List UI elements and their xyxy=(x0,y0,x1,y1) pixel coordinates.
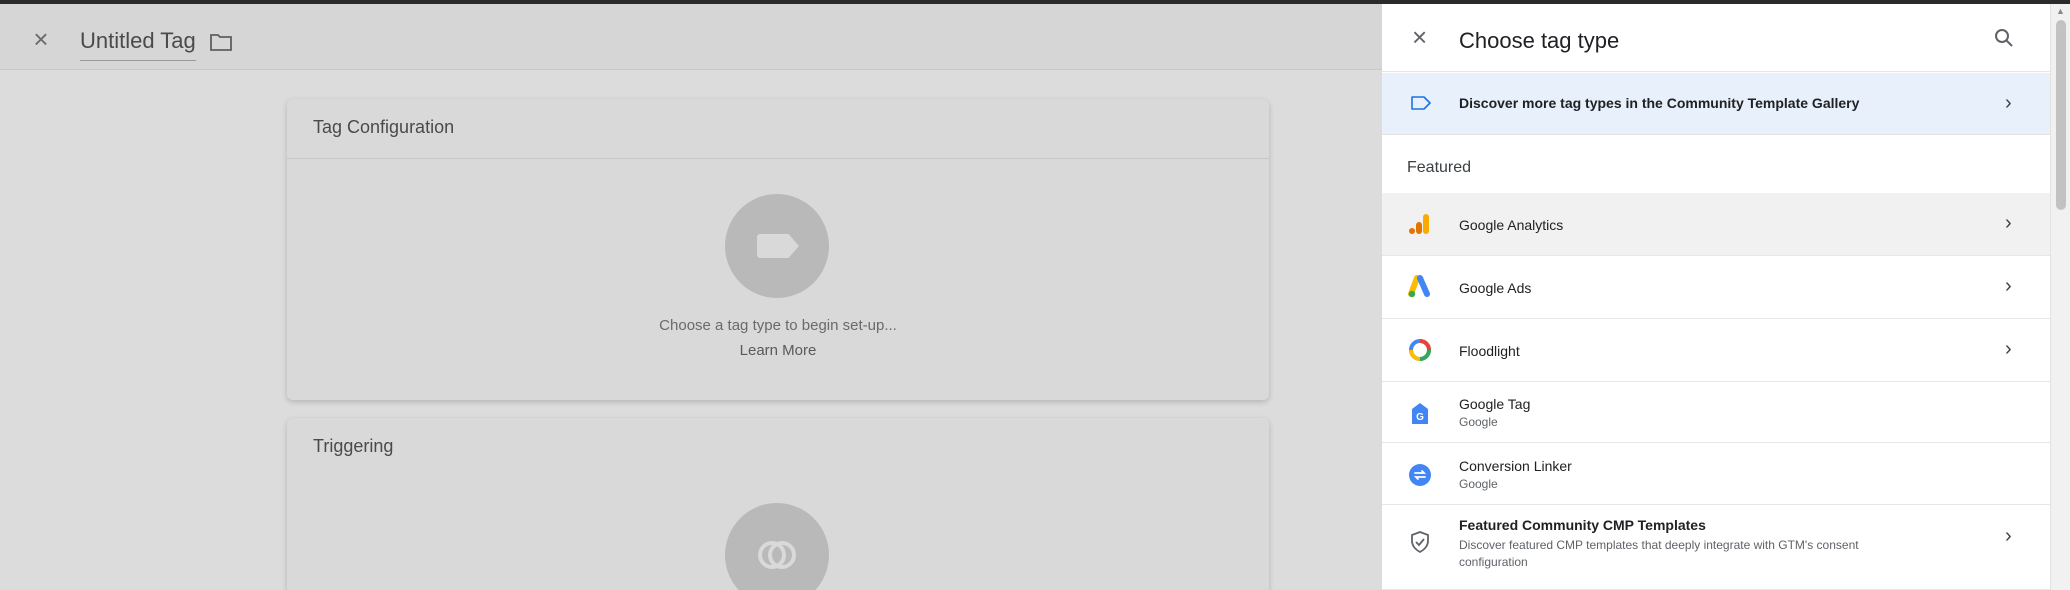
tag-outline-icon xyxy=(1411,96,1431,110)
close-icon[interactable]: × xyxy=(1412,24,1427,50)
panel-title: Choose tag type xyxy=(1459,28,1620,53)
divider xyxy=(287,158,1269,159)
search-icon[interactable] xyxy=(1994,28,2014,48)
tag-configuration-card[interactable]: Tag Configuration Choose a tag type to b… xyxy=(287,99,1269,400)
card-title: Triggering xyxy=(313,436,394,456)
tag-type-conversion-linker[interactable]: Conversion Linker Google xyxy=(1382,443,2050,505)
tag-editor: × Untitled Tag Tag Configuration Choose … xyxy=(0,0,1382,590)
chevron-right-icon: › xyxy=(2005,338,2012,360)
scroll-up-icon[interactable]: ▲ xyxy=(2056,6,2065,16)
tag-type-label: Conversion Linker xyxy=(1459,458,1572,474)
tag-type-vendor: Google xyxy=(1459,415,1498,429)
conversion-linker-icon xyxy=(1409,464,1431,486)
chevron-right-icon: › xyxy=(2005,525,2012,547)
panel-scrollbar[interactable]: ▲ xyxy=(2050,4,2070,590)
panel-header: × Choose tag type xyxy=(1382,4,2050,72)
tag-type-floodlight[interactable]: Floodlight › xyxy=(1382,319,2050,382)
tag-type-google-ads[interactable]: Google Ads › xyxy=(1382,256,2050,319)
triggering-card[interactable]: Triggering xyxy=(287,418,1269,590)
tag-config-hint: Choose a tag type to begin set-up... xyxy=(659,317,897,334)
discover-label: Discover more tag types in the Community… xyxy=(1459,95,1860,111)
tag-type-description: Discover featured CMP templates that dee… xyxy=(1459,538,1859,569)
trigger-icon xyxy=(758,541,796,569)
tag-type-placeholder[interactable] xyxy=(725,194,829,298)
tag-type-vendor: Google xyxy=(1459,477,1498,491)
svg-text:G: G xyxy=(1416,412,1424,423)
tag-type-label: Featured Community CMP Templates xyxy=(1459,517,1706,533)
google-ads-icon xyxy=(1408,275,1430,298)
learn-more-link[interactable]: Learn More xyxy=(287,342,1269,359)
folder-icon[interactable] xyxy=(210,33,232,51)
close-icon[interactable]: × xyxy=(30,26,52,52)
tag-icon xyxy=(757,234,799,258)
floodlight-icon xyxy=(1409,339,1431,361)
google-tag-icon: G xyxy=(1412,403,1428,424)
tag-type-label: Floodlight xyxy=(1459,343,1520,359)
editor-header: × Untitled Tag xyxy=(0,4,1382,70)
trigger-placeholder[interactable] xyxy=(725,503,829,590)
tag-type-label: Google Analytics xyxy=(1459,217,1564,233)
chevron-right-icon: › xyxy=(2005,92,2012,114)
card-title: Tag Configuration xyxy=(313,117,455,137)
chevron-right-icon: › xyxy=(2005,275,2012,297)
top-edge xyxy=(0,0,2070,4)
scrollbar-thumb[interactable] xyxy=(2056,20,2066,210)
tag-name-field[interactable]: Untitled Tag xyxy=(80,28,196,61)
google-analytics-icon xyxy=(1409,214,1429,234)
community-gallery-link[interactable]: Discover more tag types in the Community… xyxy=(1382,73,2050,135)
section-heading: Featured xyxy=(1407,159,1472,176)
tag-type-google-tag[interactable]: G Google Tag Google xyxy=(1382,382,2050,443)
tag-type-label: Google Ads xyxy=(1459,280,1532,296)
shield-check-icon xyxy=(1411,531,1429,554)
tag-type-label: Google Tag xyxy=(1459,396,1531,412)
choose-tag-type-panel: × Choose tag type Discover more tag type… xyxy=(1382,4,2050,590)
tag-type-google-analytics[interactable]: Google Analytics › xyxy=(1382,193,2050,256)
tag-type-community-cmp-templates[interactable]: Featured Community CMP Templates Discove… xyxy=(1382,505,2050,590)
chevron-right-icon: › xyxy=(2005,212,2012,234)
